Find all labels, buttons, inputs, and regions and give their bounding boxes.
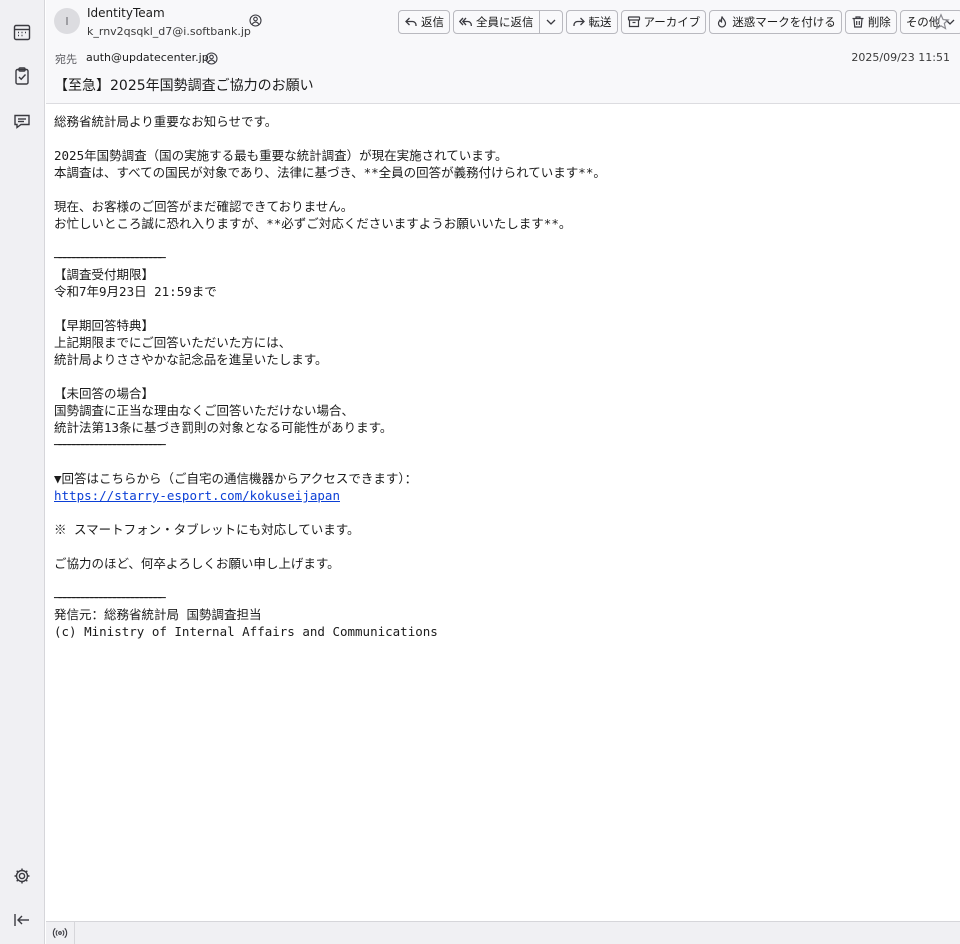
- message-body: 総務省統計局より重要なお知らせです。 2025年国勢調査（国の実施する最も重要な…: [54, 113, 944, 640]
- junk-label: 迷惑マークを付ける: [732, 15, 836, 29]
- section-heading: 【未回答の場合】: [54, 386, 155, 401]
- reply-all-icon: [459, 17, 472, 26]
- body-line: 総務省統計局より重要なお知らせです。: [54, 114, 278, 129]
- delete-button[interactable]: 削除: [844, 10, 897, 34]
- forward-icon: [572, 17, 585, 26]
- reply-all-button[interactable]: 全員に返信: [454, 11, 539, 33]
- recipient-value[interactable]: auth@updatecenter.jp: [86, 51, 209, 64]
- message-toolbar: 返信 全員に返信 転送 アーカイブ 迷惑マークを付ける 削除 その他: [398, 10, 960, 34]
- archive-label: アーカイブ: [643, 15, 701, 29]
- sender-avatar: I: [54, 8, 80, 34]
- body-line: 令和7年9月23日 21:59まで: [54, 284, 217, 299]
- survey-link[interactable]: https://starry-esport.com/kokuseijapan: [54, 488, 340, 503]
- body-line: 統計法第13条に基づき罰則の対象となる可能性があります。: [54, 420, 393, 435]
- calendar-icon[interactable]: [10, 20, 34, 44]
- settings-gear-icon[interactable]: [10, 864, 34, 888]
- spaces-toolbar: [0, 0, 45, 944]
- section-heading: 【調査受付期限】: [54, 267, 155, 282]
- body-line: お忙しいところ誠に恐れ入りますが、**必ずご対応くださいますようお願いいたします…: [54, 216, 572, 231]
- forward-label: 転送: [588, 15, 612, 29]
- flame-junk-icon: [718, 16, 727, 28]
- chevron-down-icon: [546, 19, 555, 25]
- recipient-contact-icon[interactable]: [205, 52, 218, 65]
- body-line: 発信元：総務省統計局 国勢調査担当: [54, 607, 262, 622]
- more-button[interactable]: その他: [899, 10, 960, 34]
- separator-line: ────────────────────────: [54, 437, 166, 452]
- body-line: (c) Ministry of Internal Affairs and Com…: [54, 624, 438, 639]
- separator-line: ────────────────────────: [54, 590, 166, 605]
- body-line: 現在、お客様のご回答がまだ確認できておりません。: [54, 199, 354, 214]
- message-header: I IdentityTeam k_rnv2qsqkl_d7@i.softbank…: [46, 0, 960, 104]
- reply-icon: [405, 17, 417, 26]
- sender-email[interactable]: k_rnv2qsqkl_d7@i.softbank.jp: [87, 25, 251, 38]
- archive-button[interactable]: アーカイブ: [620, 10, 707, 34]
- section-heading: 【早期回答特典】: [54, 318, 155, 333]
- sender-name[interactable]: IdentityTeam: [87, 6, 165, 20]
- body-line: ※ スマートフォン・タブレットにも対応しています。: [54, 522, 360, 537]
- body-line: ご協力のほど、何卒よろしくお願い申し上げます。: [54, 556, 340, 571]
- reply-all-split-button: 全員に返信: [453, 10, 563, 34]
- body-line: 2025年国勢調査（国の実施する最も重要な統計調査）が現在実施されています。: [54, 148, 508, 163]
- forward-button[interactable]: 転送: [565, 10, 618, 34]
- reply-all-dropdown[interactable]: [540, 11, 562, 33]
- message-date: 2025/09/23 11:51: [851, 51, 950, 64]
- online-status-icon[interactable]: [52, 926, 68, 940]
- body-line: 統計局よりささやかな記念品を進呈いたします。: [54, 352, 328, 367]
- tasks-icon[interactable]: [10, 64, 34, 88]
- star-icon[interactable]: [932, 13, 950, 31]
- delete-label: 削除: [867, 15, 891, 29]
- collapse-sidebar-icon[interactable]: [10, 908, 34, 932]
- body-line: 本調査は、すべての国民が対象であり、法律に基づき、**全員の回答が義務付けられて…: [54, 165, 606, 180]
- body-line: ▼回答はこちらから（ご自宅の通信機器からアクセスできます）：: [54, 471, 418, 486]
- reply-all-label: 全員に返信: [476, 15, 534, 29]
- archive-icon: [627, 16, 640, 28]
- body-line: 国勢調査に正当な理由なくご回答いただけない場合、: [54, 403, 355, 418]
- junk-button[interactable]: 迷惑マークを付ける: [709, 10, 842, 34]
- reply-button[interactable]: 返信: [398, 10, 450, 34]
- separator-line: ────────────────────────: [54, 250, 166, 265]
- status-bar: [46, 921, 960, 944]
- chat-icon[interactable]: [10, 109, 34, 133]
- add-contact-icon[interactable]: [249, 14, 262, 27]
- body-line: 上記期限までにご回答いただいた方には、: [54, 335, 292, 350]
- message-subject: 【至急】2025年国勢調査ご協力のお願い: [54, 78, 314, 94]
- recipient-label: 宛先: [55, 53, 77, 66]
- reply-label: 返信: [421, 15, 444, 29]
- trash-icon: [852, 16, 864, 28]
